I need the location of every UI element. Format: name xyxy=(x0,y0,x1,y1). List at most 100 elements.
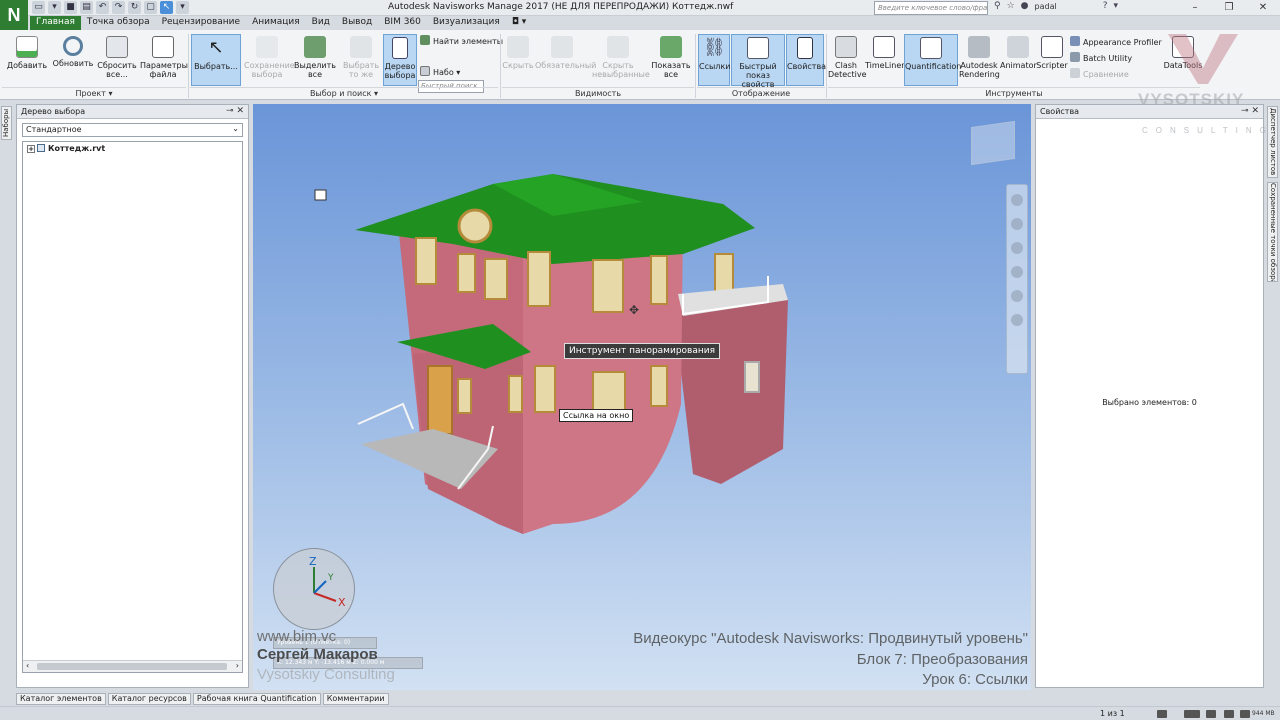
file-options-button[interactable]: Параметры файла xyxy=(140,34,188,86)
restore-button[interactable]: ❐ xyxy=(1212,0,1246,15)
scroll-left-icon[interactable]: ‹ xyxy=(26,661,29,670)
quick-properties-button[interactable]: Быстрый показ свойств xyxy=(731,34,785,89)
autodesk-rendering-button[interactable]: Autodesk Rendering xyxy=(959,34,1000,86)
tab-quantification-workbook[interactable]: Рабочая книга Quantification xyxy=(192,693,321,705)
saved-viewpoints-tab[interactable]: Сохраненные точки обзора xyxy=(1267,182,1278,282)
batch-utility-button[interactable]: Batch Utility xyxy=(1070,52,1132,66)
open-folder-icon[interactable]: ▭ xyxy=(32,1,45,14)
animator-button[interactable]: Animator xyxy=(1000,34,1037,86)
appearance-profiler-button[interactable]: Appearance Profiler xyxy=(1070,36,1162,50)
group-select-label[interactable]: Выбор и поиск ▾ xyxy=(190,87,498,99)
redo-icon[interactable]: ↷ xyxy=(112,1,125,14)
unhide-all-button[interactable]: Показать все xyxy=(648,34,694,86)
scroll-thumb[interactable] xyxy=(37,663,227,670)
username[interactable]: padal xyxy=(1035,2,1057,11)
find-items-button[interactable]: Найти элементы xyxy=(420,35,503,49)
qat-more-icon[interactable]: ▾ xyxy=(176,1,189,14)
select-same-button[interactable]: Выбрать то же xyxy=(338,34,384,86)
refresh-icon[interactable]: ↻ xyxy=(128,1,141,14)
sets-side-tab[interactable]: Наборы xyxy=(1,106,12,140)
timeliner-button[interactable]: TimeLiner xyxy=(865,34,905,86)
3d-viewport[interactable]: ✥ Инструмент панорамирования Ссылка на о… xyxy=(253,104,1031,690)
viewcube[interactable] xyxy=(971,120,1015,166)
save-icon[interactable]: ■ xyxy=(64,1,77,14)
pin-icon[interactable]: ⊸ xyxy=(1241,106,1249,116)
window xyxy=(650,255,668,305)
render-progress-icon xyxy=(1206,710,1216,718)
tab-bim360[interactable]: BIM 360 xyxy=(378,16,427,30)
tab-resource-catalog[interactable]: Каталог ресурсов xyxy=(107,693,191,705)
properties-button[interactable]: Свойства xyxy=(786,34,826,86)
compare-button[interactable]: Сравнение xyxy=(1070,68,1129,82)
panel-close-icon[interactable]: ✕ xyxy=(1251,106,1259,116)
tab-home[interactable]: Главная xyxy=(30,16,81,30)
reset-icon[interactable]: ▢ xyxy=(144,1,157,14)
tab-view[interactable]: Вид xyxy=(306,16,336,30)
print-icon[interactable]: ▤ xyxy=(80,1,93,14)
select-icon[interactable] xyxy=(1011,314,1023,326)
save-selection-button[interactable]: Сохранение выбора xyxy=(244,34,295,86)
tab-animation[interactable]: Анимация xyxy=(246,16,306,30)
require-button[interactable]: Обязательный xyxy=(535,34,596,86)
select-button[interactable]: ↖ Выбрать... xyxy=(191,34,241,86)
dropdown-icon[interactable]: ▾ xyxy=(48,1,61,14)
selection-tree-button[interactable]: Дерево выбора xyxy=(383,34,417,86)
brand-subtitle: CONSULTING xyxy=(1142,126,1274,135)
refresh-button[interactable]: Обновить xyxy=(50,34,96,86)
minimize-button[interactable]: – xyxy=(1178,0,1212,15)
link-marker-icon[interactable] xyxy=(314,189,327,201)
star-icon[interactable]: ☆ xyxy=(1007,1,1015,11)
tab-render[interactable]: Визуализация xyxy=(427,16,506,30)
tab-comments[interactable]: Комментарии xyxy=(322,693,389,705)
search-input[interactable]: Введите ключевое слово/фразу xyxy=(874,1,988,15)
app-logo[interactable]: N xyxy=(0,0,28,30)
hide-unselected-button[interactable]: Скрыть невыбранные xyxy=(592,34,650,86)
close-button[interactable]: ✕ xyxy=(1246,0,1280,15)
expand-icon[interactable]: + xyxy=(27,145,35,153)
orbit-icon[interactable] xyxy=(1011,266,1023,278)
chevron-down-icon: ⌄ xyxy=(232,124,239,133)
clash-detective-button[interactable]: Clash Detective xyxy=(828,34,867,86)
selected-count: Выбрано элементов: 0 xyxy=(1102,398,1197,407)
pin-icon[interactable]: ⊸ xyxy=(226,106,234,116)
horizontal-scrollbar[interactable]: ‹ › xyxy=(23,660,242,672)
sheet-icon[interactable] xyxy=(1157,710,1167,718)
tree-mode-dropdown[interactable]: Стандартное ⌄ xyxy=(22,123,243,137)
undo-icon[interactable]: ↶ xyxy=(96,1,109,14)
binoculars-icon[interactable]: ⚲ xyxy=(994,1,1001,11)
zoom-icon[interactable] xyxy=(1011,242,1023,254)
sheet-browser-tab[interactable]: Диспетчер листов xyxy=(1267,106,1278,178)
pan-tool-tooltip: Инструмент панорамирования xyxy=(564,343,721,359)
help-icon[interactable]: ? xyxy=(1103,1,1108,11)
pan-icon[interactable] xyxy=(1011,218,1023,230)
house-model[interactable]: ✥ xyxy=(253,104,1031,690)
window xyxy=(457,253,476,293)
tree-item[interactable]: + Коттедж.rvt xyxy=(23,142,242,155)
tab-extra-icon[interactable]: ◘ ▾ xyxy=(506,16,533,30)
link-label[interactable]: Ссылка на окно xyxy=(559,409,634,422)
tab-item-catalog[interactable]: Каталог элементов xyxy=(16,693,106,705)
tab-viewpoint[interactable]: Точка обзора xyxy=(81,16,156,30)
add-file-icon xyxy=(16,36,38,58)
help-dropdown-icon[interactable]: ▾ xyxy=(1114,1,1119,11)
reset-icon xyxy=(106,36,128,58)
hide-button[interactable]: Скрыть xyxy=(502,34,534,86)
tab-review[interactable]: Рецензирование xyxy=(156,16,246,30)
scripter-button[interactable]: Scripter xyxy=(1036,34,1068,86)
tab-output[interactable]: Вывод xyxy=(336,16,378,30)
add-button[interactable]: Добавить xyxy=(4,34,50,86)
panel-close-icon[interactable]: ✕ xyxy=(236,106,244,116)
properties-icon xyxy=(797,37,813,59)
steering-wheel-icon[interactable] xyxy=(1011,194,1023,206)
look-icon[interactable] xyxy=(1011,290,1023,302)
sets-dropdown[interactable]: Набо ▾ xyxy=(420,66,460,80)
links-button[interactable]: ⛓ Ссылки xyxy=(698,34,730,86)
user-icon[interactable]: ● xyxy=(1021,1,1029,11)
quantification-button[interactable]: Quantification xyxy=(904,34,961,86)
scroll-right-icon[interactable]: › xyxy=(236,661,239,670)
select-all-button[interactable]: Выделить все xyxy=(292,34,338,86)
select-cursor-icon[interactable]: ↖ xyxy=(160,1,173,14)
window xyxy=(527,251,551,307)
group-project-label[interactable]: Проект ▾ xyxy=(2,87,186,99)
reset-all-button[interactable]: Сбросить все... xyxy=(94,34,140,86)
